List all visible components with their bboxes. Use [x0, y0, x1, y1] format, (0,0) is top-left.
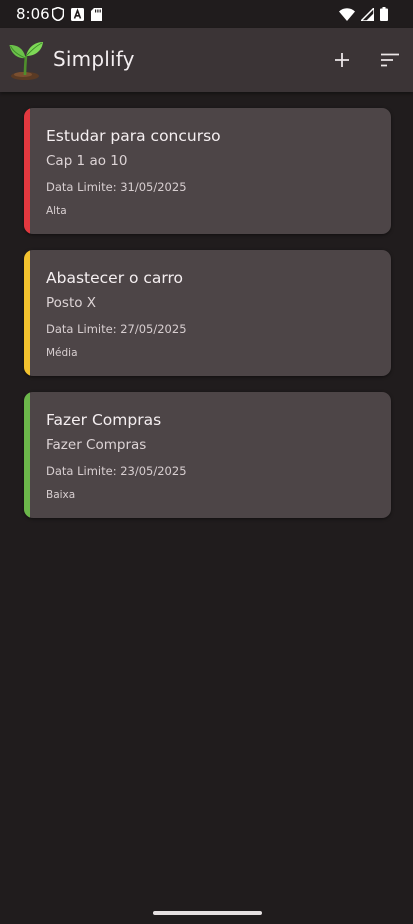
add-icon[interactable]: [330, 48, 354, 72]
sprout-icon: [9, 42, 43, 80]
task-list: Estudar para concurso Cap 1 ao 10 Data L…: [24, 108, 391, 534]
task-title: Estudar para concurso: [46, 127, 221, 145]
app-title: Simplify: [53, 47, 135, 71]
status-bar: 8:06: [0, 0, 413, 28]
priority-indicator: [24, 392, 30, 518]
sort-icon[interactable]: [378, 48, 402, 72]
task-description: Fazer Compras: [46, 437, 147, 453]
status-icons-left: [52, 7, 102, 21]
status-icons-right: [339, 7, 388, 21]
task-card[interactable]: Fazer Compras Fazer Compras Data Limite:…: [24, 392, 391, 518]
task-priority: Baixa: [46, 489, 76, 501]
battery-icon: [380, 7, 388, 21]
task-card[interactable]: Estudar para concurso Cap 1 ao 10 Data L…: [24, 108, 391, 234]
signal-icon: [361, 7, 374, 21]
task-card[interactable]: Abastecer o carro Posto X Data Limite: 2…: [24, 250, 391, 376]
home-indicator[interactable]: [153, 911, 262, 915]
status-time: 8:06: [16, 5, 50, 23]
app-bar: Simplify: [0, 28, 413, 92]
task-title: Abastecer o carro: [46, 269, 184, 287]
task-deadline: Data Limite: 23/05/2025: [46, 464, 187, 478]
a-badge-icon: [71, 7, 84, 21]
task-deadline: Data Limite: 27/05/2025: [46, 322, 187, 336]
task-priority: Média: [46, 347, 78, 359]
priority-indicator: [24, 250, 30, 376]
priority-indicator: [24, 108, 30, 234]
task-priority: Alta: [46, 205, 67, 217]
task-deadline: Data Limite: 31/05/2025: [46, 180, 187, 194]
shield-icon: [52, 7, 64, 21]
task-title: Fazer Compras: [46, 411, 162, 429]
task-description: Cap 1 ao 10: [46, 153, 128, 169]
task-description: Posto X: [46, 295, 97, 311]
wifi-icon: [339, 7, 355, 21]
sd-card-icon: [91, 7, 102, 21]
